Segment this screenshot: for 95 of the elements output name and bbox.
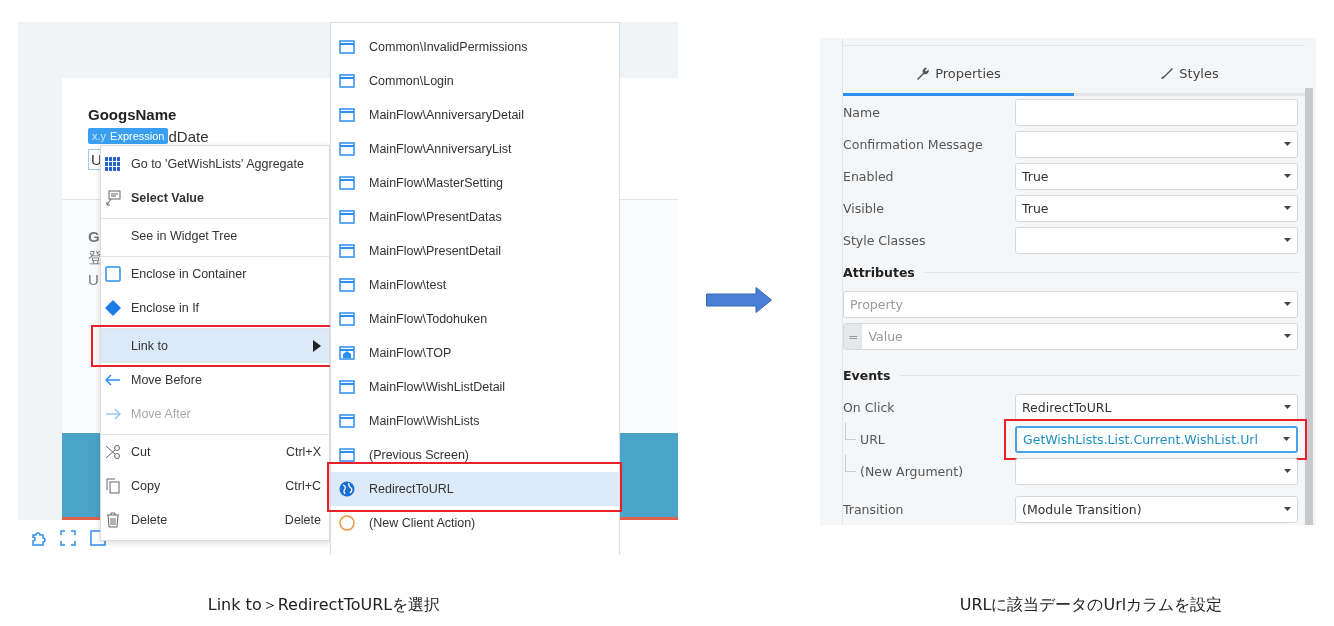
section-heading: Attributes: [843, 264, 915, 280]
dropdown-field[interactable]: [1015, 130, 1298, 158]
trash-icon: [105, 512, 121, 528]
menu-item[interactable]: MainFlow\PresentDatas: [331, 200, 619, 234]
menu-item[interactable]: Copy Ctrl+C: [101, 469, 329, 503]
dropdown-field[interactable]: RedirectToURL: [1015, 393, 1298, 421]
menu-item[interactable]: Select Value: [101, 181, 329, 215]
window-icon: [339, 277, 355, 293]
right-arrow-icon: [105, 408, 121, 420]
menu-item[interactable]: Cut Ctrl+X: [101, 435, 329, 469]
caption: Link to＞RedirectToURLを選択: [207, 595, 441, 614]
dropdown-field[interactable]: [1015, 457, 1298, 485]
menu-item[interactable]: MainFlow\AnniversaryList: [331, 132, 619, 166]
property-label: Confirmation Message: [843, 136, 984, 152]
menu-item[interactable]: MainFlow\WishListDetail: [331, 370, 619, 404]
left-arrow-icon: [105, 374, 121, 386]
brush-icon: [1160, 66, 1174, 80]
property-label: Name: [843, 104, 881, 120]
dropdown-caret-icon: [1284, 507, 1291, 511]
dropdown-field[interactable]: [1015, 226, 1298, 254]
menu-item[interactable]: Enclose in Container: [101, 257, 329, 291]
globe-icon: [339, 481, 355, 497]
grid-icon: [105, 157, 121, 171]
menu-item[interactable]: See in Widget Tree: [101, 219, 329, 253]
circle-icon: [339, 515, 355, 531]
menu-item[interactable]: MainFlow\Todohuken: [331, 302, 619, 336]
window-icon: [339, 39, 355, 55]
window-icon: [339, 175, 355, 191]
item-title: GoogsName: [88, 106, 177, 123]
window-icon: [339, 141, 355, 157]
property-label: Transition: [843, 501, 905, 517]
window-icon: [339, 209, 355, 225]
menu-item[interactable]: RedirectToURL: [331, 472, 619, 506]
item-date: dDate: [168, 127, 209, 145]
diamond-icon: [105, 300, 121, 316]
window-icon: [339, 447, 355, 463]
item-title: G: [88, 228, 100, 245]
property-label: Enabled: [843, 168, 895, 184]
menu-item[interactable]: MainFlow\PresentDetail: [331, 234, 619, 268]
dropdown-field[interactable]: True: [1015, 162, 1298, 190]
property-label: Style Classes: [843, 232, 927, 248]
badge-prefix: x.y: [92, 130, 107, 142]
property-label: (New Argument): [860, 463, 964, 479]
menu-item[interactable]: MainFlow\MasterSetting: [331, 166, 619, 200]
dropdown-field[interactable]: True: [1015, 194, 1298, 222]
section-heading: Events: [843, 367, 891, 383]
menu-item[interactable]: Move Before: [101, 363, 329, 397]
window-icon: [339, 379, 355, 395]
wrench-icon: [916, 66, 930, 80]
dropdown-caret-icon: [1284, 206, 1291, 210]
dropdown-field[interactable]: (Module Transition): [1015, 495, 1298, 523]
square-icon: [105, 266, 121, 282]
dropdown-caret-icon: [1284, 405, 1291, 409]
window-icon: [339, 243, 355, 259]
scissors-icon: [105, 444, 121, 460]
menu-item[interactable]: (New Client Action): [331, 506, 619, 540]
dropdown-caret-icon: [1283, 437, 1290, 441]
item-url: U: [88, 271, 99, 288]
property-label: On Click: [843, 399, 896, 415]
menu-item[interactable]: Common\InvalidPermissions: [331, 30, 619, 64]
menu-item[interactable]: Common\Login: [331, 64, 619, 98]
dropdown-caret-icon: [1284, 238, 1291, 242]
dropdown-caret-icon: [1284, 174, 1291, 178]
dropdown-field[interactable]: GetWishLists.List.Current.WishList.Url: [1015, 425, 1298, 453]
menu-item[interactable]: MainFlow\test: [331, 268, 619, 302]
window-icon: [339, 107, 355, 123]
window-icon: [339, 73, 355, 89]
tab[interactable]: Styles: [1074, 53, 1305, 96]
speech-bubble-icon: [105, 190, 121, 206]
text-field[interactable]: [1015, 98, 1298, 126]
window-icon: [339, 413, 355, 429]
dropdown-caret-icon: [1284, 302, 1291, 306]
badge-label: Expression: [110, 130, 165, 142]
expand-icon: [60, 529, 76, 546]
dropdown-caret-icon: [1284, 142, 1291, 146]
expression-prefix: =: [844, 323, 863, 349]
home-window-icon: [339, 345, 355, 361]
window-icon: [339, 311, 355, 327]
dropdown-caret-icon: [1284, 334, 1291, 338]
menu-item[interactable]: (Previous Screen): [331, 438, 619, 472]
tab[interactable]: Properties: [843, 53, 1074, 96]
menu-item[interactable]: Link to: [101, 329, 329, 363]
caption: URLに該当データのUrlカラムを設定: [959, 595, 1223, 614]
menu-item[interactable]: MainFlow\WishLists: [331, 404, 619, 438]
scrollbar[interactable]: [1305, 88, 1313, 525]
copy-icon: [105, 478, 121, 494]
menu-item[interactable]: Delete Delete: [101, 503, 329, 537]
right-arrow-icon: [706, 287, 772, 313]
puzzle-icon: [30, 529, 46, 546]
menu-item[interactable]: MainFlow\TOP: [331, 336, 619, 370]
dropdown-caret-icon: [1284, 469, 1291, 473]
caret-icon: [313, 340, 321, 352]
menu-item[interactable]: MainFlow\AnniversaryDetail: [331, 98, 619, 132]
menu-item[interactable]: Enclose in If: [101, 291, 329, 325]
property-label: Visible: [843, 200, 885, 216]
